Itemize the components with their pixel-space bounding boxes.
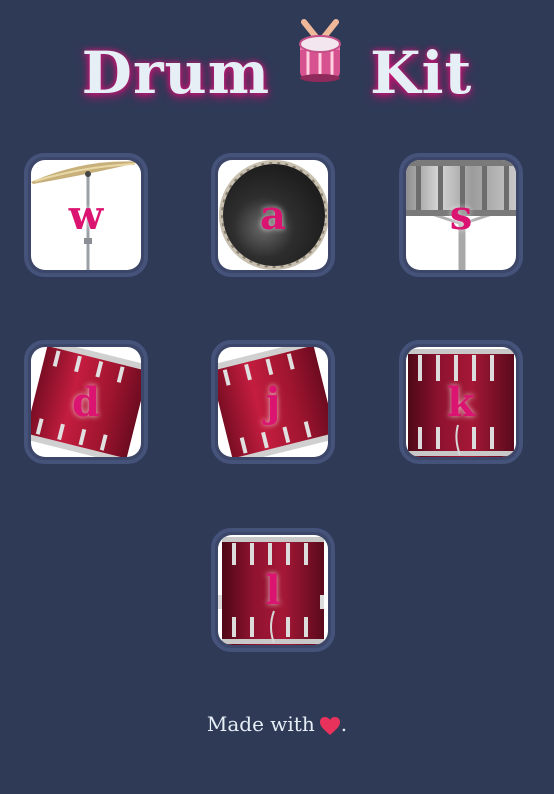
drum-pad-l[interactable]: l bbox=[211, 528, 335, 652]
pad-key-label: s bbox=[449, 191, 473, 239]
drum-pad-k[interactable]: k bbox=[399, 340, 523, 464]
page-title: Drum Kit bbox=[0, 19, 554, 107]
drum-pad-j[interactable]: j bbox=[211, 340, 335, 464]
drum-pad-s[interactable]: s bbox=[399, 153, 523, 277]
pad-key-label: j bbox=[265, 378, 281, 426]
pad-face: a bbox=[218, 160, 328, 270]
footer-text: Made with bbox=[206, 712, 315, 736]
pad-key-label: w bbox=[68, 191, 104, 239]
footer-suffix: . bbox=[340, 712, 348, 736]
title-word-drum: Drum bbox=[81, 39, 271, 107]
pad-face: l bbox=[218, 535, 328, 645]
pad-key-label: l bbox=[265, 566, 281, 614]
pad-key-label: a bbox=[260, 191, 286, 239]
drum-pad-w[interactable]: w bbox=[24, 153, 148, 277]
pad-key-label: k bbox=[447, 378, 475, 426]
pad-key-label: d bbox=[72, 378, 100, 426]
pad-face: k bbox=[406, 347, 516, 457]
pad-face: j bbox=[218, 347, 328, 457]
pad-face: w bbox=[31, 160, 141, 270]
drum-pad-a[interactable]: a bbox=[211, 153, 335, 277]
title-word-kit: Kit bbox=[370, 39, 473, 107]
drum-pad-d[interactable]: d bbox=[24, 340, 148, 464]
heart-icon bbox=[319, 716, 340, 735]
footer: Made with . bbox=[0, 712, 554, 736]
pad-face: d bbox=[31, 347, 141, 457]
drum-icon bbox=[299, 19, 342, 82]
pad-face: s bbox=[406, 160, 516, 270]
